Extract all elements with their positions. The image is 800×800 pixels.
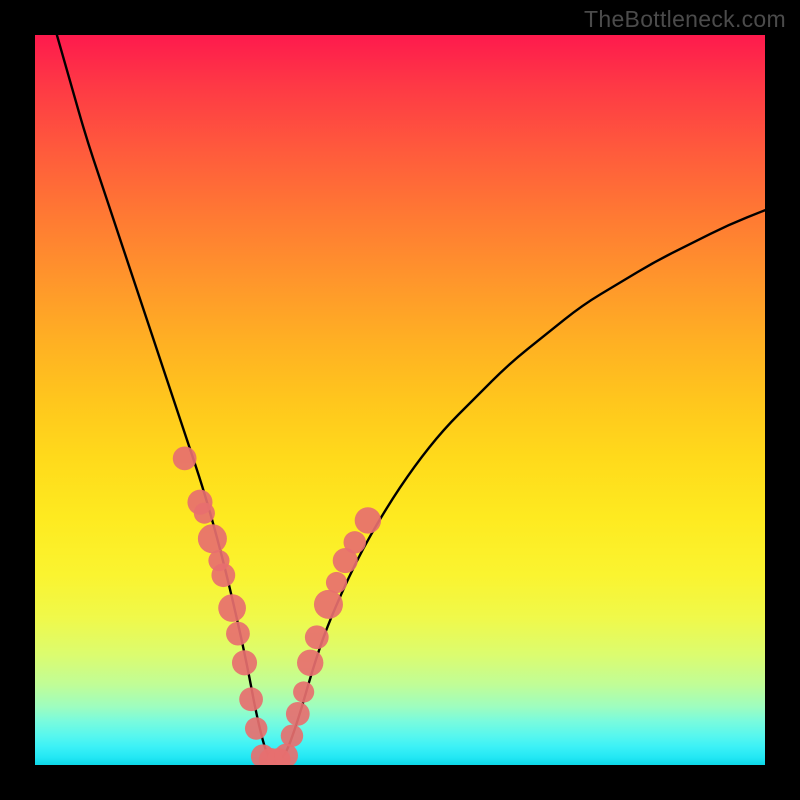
data-dot	[293, 681, 314, 702]
chart-frame: TheBottleneck.com	[0, 0, 800, 800]
data-dot	[218, 594, 246, 622]
data-dot	[226, 622, 250, 646]
data-dot	[344, 531, 366, 553]
data-dot	[198, 524, 227, 553]
curve-path	[57, 35, 765, 761]
data-dot	[314, 590, 343, 619]
curve-svg	[35, 35, 765, 765]
data-dot	[245, 717, 267, 739]
data-dot	[286, 702, 310, 726]
data-dot	[232, 650, 257, 675]
data-dot	[274, 744, 298, 765]
data-dot	[239, 687, 263, 711]
gradient-plot-area	[35, 35, 765, 765]
data-dot	[297, 650, 323, 676]
data-dot	[173, 447, 197, 471]
bottleneck-curve	[57, 35, 765, 761]
left-dots-group	[173, 447, 268, 740]
data-dot	[281, 725, 303, 747]
bottom-dots-group	[251, 744, 298, 765]
data-dot	[326, 572, 347, 593]
data-dot	[194, 503, 215, 524]
data-dot	[211, 563, 235, 587]
data-dot	[305, 625, 329, 649]
watermark-text: TheBottleneck.com	[584, 6, 786, 33]
data-dot	[355, 507, 381, 533]
